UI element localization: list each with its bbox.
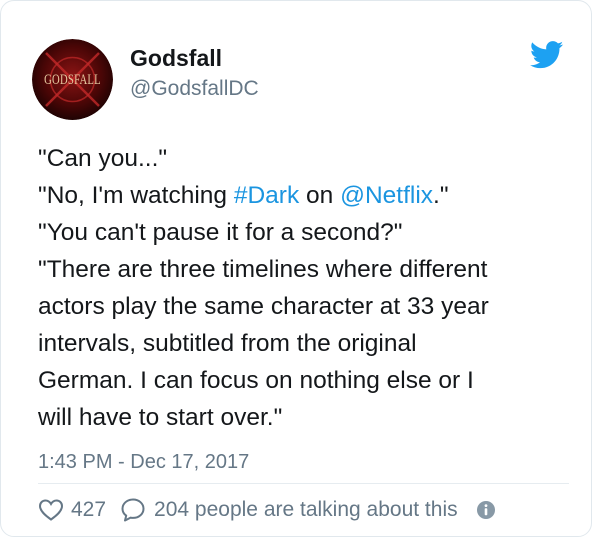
- tweet-actions: 427 204 people are talking about this: [38, 493, 496, 527]
- talking-count[interactable]: 204 people are talking about this: [154, 498, 458, 522]
- tweet-line: will have to start over.": [38, 404, 283, 431]
- tweet-card: GODSFALL Godsfall @GodsfallDC "Can you..…: [0, 0, 592, 537]
- tweet-line: "Can you...": [38, 145, 168, 172]
- tweet-line: "You can't pause it for a second?": [38, 219, 403, 246]
- user-handle[interactable]: @GodsfallDC: [130, 77, 259, 101]
- info-icon[interactable]: [476, 500, 496, 520]
- tweet-timestamp[interactable]: 1:43 PM - Dec 17, 2017: [38, 451, 249, 474]
- twitter-bird-icon[interactable]: [529, 41, 564, 69]
- mention-link[interactable]: @Netflix: [340, 182, 433, 209]
- tweet-text-fragment: .": [433, 182, 449, 209]
- like-count[interactable]: 427: [71, 498, 106, 522]
- tweet-text-fragment: "No, I'm watching: [38, 182, 234, 209]
- tweet-line: actors play the same character at 33 yea…: [38, 293, 489, 320]
- tweet-line: "There are three timelines where differe…: [38, 256, 488, 283]
- hashtag-link[interactable]: #Dark: [234, 182, 299, 209]
- divider: [38, 483, 569, 484]
- avatar-logo-text: GODSFALL: [44, 70, 101, 87]
- reply-bubble-icon[interactable]: [120, 497, 146, 523]
- tweet-line: "No, I'm watching #Dark on @Netflix.": [38, 177, 573, 214]
- avatar[interactable]: GODSFALL: [32, 39, 113, 120]
- display-name[interactable]: Godsfall: [130, 45, 222, 72]
- tweet-line: intervals, subtitled from the original: [38, 330, 417, 357]
- tweet-text: "Can you..." "No, I'm watching #Dark on …: [38, 140, 573, 436]
- tweet-text-fragment: on: [299, 182, 341, 209]
- heart-icon[interactable]: [38, 498, 64, 522]
- tweet-line: German. I can focus on nothing else or I: [38, 367, 474, 394]
